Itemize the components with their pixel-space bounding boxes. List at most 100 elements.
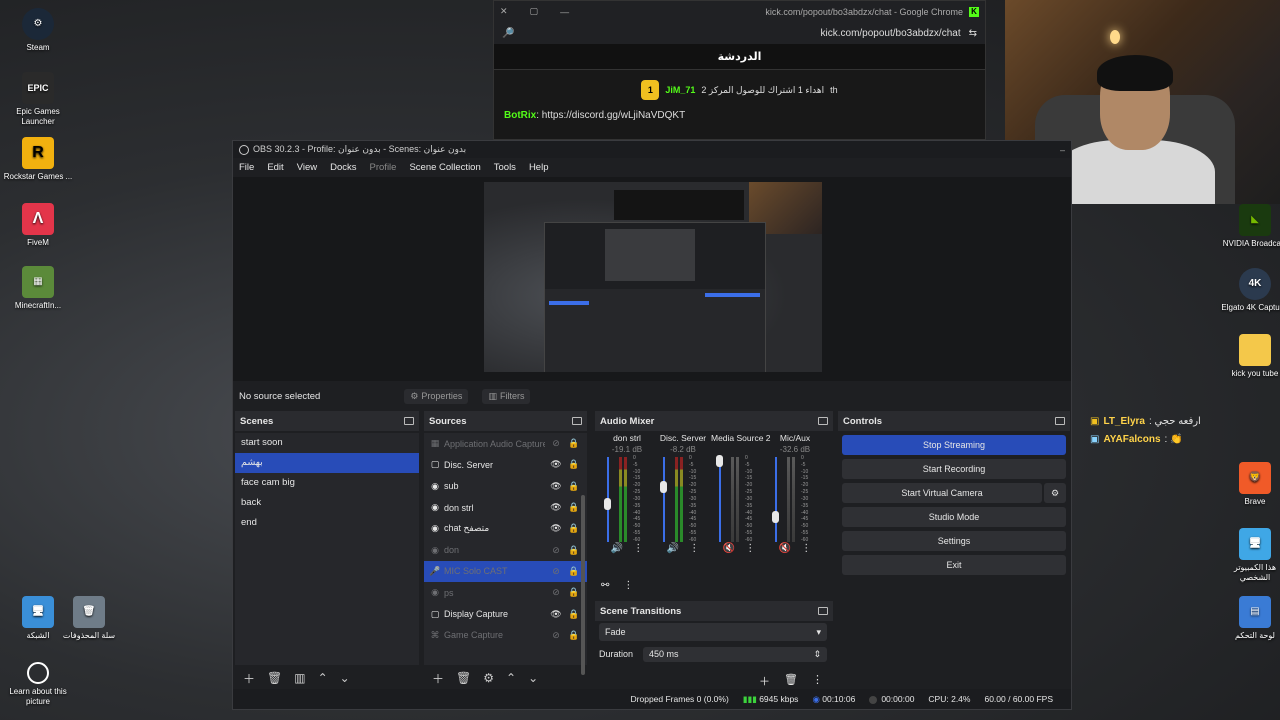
eye-hidden-icon[interactable]: ⊘ xyxy=(549,587,563,598)
lock-icon[interactable]: 🔒 xyxy=(567,587,581,598)
trash-icon[interactable]: 🗑 xyxy=(784,673,798,689)
recycle-bin-desktop-icon[interactable]: 🗑 سلة المحذوفات xyxy=(54,596,124,641)
chrome-urlbar[interactable]: 🔎 kick.com/popout/bo3abdzx/chat ⇆ xyxy=(494,22,985,44)
maximize-icon[interactable]: ▢ xyxy=(530,6,539,17)
scene-item[interactable]: start soon xyxy=(235,433,419,453)
minimize-icon[interactable]: – xyxy=(1060,145,1065,155)
settings-button[interactable]: Settings xyxy=(842,531,1066,551)
start-recording-button[interactable]: Start Recording xyxy=(842,459,1066,479)
lock-icon[interactable]: 🔒 xyxy=(567,502,581,513)
scene-item[interactable]: end xyxy=(235,513,419,533)
preview-canvas[interactable] xyxy=(484,182,822,372)
trash-icon[interactable]: 🗑 xyxy=(456,671,471,685)
minimize-icon[interactable]: — xyxy=(560,7,569,17)
eye-icon[interactable]: 👁 xyxy=(549,609,563,620)
lock-icon[interactable]: 🔒 xyxy=(567,459,581,470)
more-icon[interactable]: ⋮ xyxy=(812,673,823,689)
stepper-icon[interactable]: ⇕ xyxy=(813,649,821,660)
add-icon[interactable]: ＋ xyxy=(243,670,255,687)
more-icon[interactable]: ⋮ xyxy=(801,543,811,554)
more-icon[interactable]: ⋮ xyxy=(689,543,699,554)
properties-button[interactable]: ⚙ Properties xyxy=(404,388,469,404)
speaker-icon[interactable]: 🔊 xyxy=(611,543,623,554)
lock-icon[interactable]: 🔒 xyxy=(567,481,581,492)
elgato-desktop-icon[interactable]: 4K Elgato 4K Captur... xyxy=(1220,268,1280,313)
epic-desktop-icon[interactable]: EPIC Epic Games Launcher xyxy=(3,72,73,127)
exit-button[interactable]: Exit xyxy=(842,555,1066,575)
muted-speaker-icon[interactable]: 🔇 xyxy=(779,543,791,554)
arrow-up-icon[interactable]: ⌃ xyxy=(506,671,516,685)
volume-slider-knob[interactable] xyxy=(772,510,779,523)
lock-icon[interactable]: 🔒 xyxy=(567,523,581,534)
transition-select[interactable]: Fade ▾ xyxy=(599,623,827,641)
menu-profile[interactable]: Profile xyxy=(370,162,397,173)
source-item[interactable]: ▦ Application Audio Capture ⊘ 🔒 xyxy=(424,433,587,454)
bot-text[interactable]: https://discord.gg/wLjiNaVDQKT xyxy=(542,110,685,121)
url-text[interactable]: kick.com/popout/bo3abdzx/chat xyxy=(514,28,968,39)
eye-hidden-icon[interactable]: ⊘ xyxy=(549,630,563,641)
eye-icon[interactable]: 👁 xyxy=(549,502,563,513)
volume-slider-knob[interactable] xyxy=(716,455,723,468)
undock-icon[interactable] xyxy=(404,417,414,425)
eye-hidden-icon[interactable]: ⊘ xyxy=(549,545,563,556)
eye-icon[interactable]: 👁 xyxy=(549,481,563,492)
tune-icon[interactable]: ⇆ xyxy=(969,28,977,39)
eye-icon[interactable]: 👁 xyxy=(549,523,563,534)
menu-help[interactable]: Help xyxy=(529,162,549,173)
lock-icon[interactable]: 🔒 xyxy=(567,566,581,577)
close-icon[interactable]: ✕ xyxy=(500,6,508,17)
gear-icon[interactable]: ⚙ xyxy=(483,671,494,685)
eye-hidden-icon[interactable]: ⊘ xyxy=(549,566,563,577)
source-item[interactable]: ▢ Display Capture 👁 🔒 xyxy=(424,603,587,624)
lock-icon[interactable]: 🔒 xyxy=(567,609,581,620)
menu-docks[interactable]: Docks xyxy=(330,162,356,173)
source-item[interactable]: ◉ sub 👁 🔒 xyxy=(424,476,587,497)
nvidia-broadcast-desktop-icon[interactable]: ◣ NVIDIA Broadcast xyxy=(1220,204,1280,249)
muted-speaker-icon[interactable]: 🔇 xyxy=(723,543,735,554)
folder-desktop-icon[interactable]: kick you tube xyxy=(1220,334,1280,379)
source-item[interactable]: ◉ chat متصفح 👁 🔒 xyxy=(424,518,587,539)
arrow-up-icon[interactable]: ⌃ xyxy=(318,671,328,685)
learn-picture-desktop-icon[interactable]: Learn about this picture xyxy=(3,662,73,707)
volume-slider-track[interactable] xyxy=(719,457,721,542)
trash-icon[interactable]: 🗑 xyxy=(267,671,282,685)
add-icon[interactable]: ＋ xyxy=(432,670,444,687)
lock-icon[interactable]: 🔒 xyxy=(567,438,581,449)
steam-desktop-icon[interactable]: ⚙ Steam xyxy=(3,8,73,53)
sources-scrollbar[interactable] xyxy=(581,495,585,675)
volume-slider-knob[interactable] xyxy=(604,497,611,510)
virtual-camera-settings-button[interactable]: ⚙ xyxy=(1044,483,1066,503)
volume-slider-knob[interactable] xyxy=(660,480,667,493)
scene-item[interactable]: back xyxy=(235,493,419,513)
more-icon[interactable]: ⋮ xyxy=(633,543,643,554)
lock-icon[interactable]: 🔒 xyxy=(567,545,581,556)
chat-username[interactable]: JiM_71 xyxy=(665,85,695,95)
add-icon[interactable]: ＋ xyxy=(759,673,770,689)
more-icon[interactable]: ⋮ xyxy=(745,543,755,554)
menu-view[interactable]: View xyxy=(297,162,317,173)
volume-slider-track[interactable] xyxy=(775,457,777,542)
studio-mode-button[interactable]: Studio Mode xyxy=(842,507,1066,527)
scene-item[interactable]: face cam big xyxy=(235,473,419,493)
arrow-down-icon[interactable]: ⌄ xyxy=(528,671,538,685)
lock-icon[interactable]: 🔒 xyxy=(567,630,581,641)
more-icon[interactable]: ⋮ xyxy=(623,580,633,591)
filters-button[interactable]: ▥ Filters xyxy=(482,388,531,404)
undock-icon[interactable] xyxy=(572,417,582,425)
this-pc-desktop-icon[interactable]: 🖥 هذا الكمبيوتر الشخصي xyxy=(1220,528,1280,583)
fivem-desktop-icon[interactable]: Λ FiveM xyxy=(3,203,73,248)
eye-hidden-icon[interactable]: ⊘ xyxy=(549,438,563,449)
eye-icon[interactable]: 👁 xyxy=(549,459,563,470)
undock-icon[interactable] xyxy=(818,417,828,425)
source-item[interactable]: 🎤 MIC Solo CAST ⊘ 🔒 xyxy=(424,560,587,583)
duration-input[interactable]: 450 ms ⇕ xyxy=(643,646,827,662)
menu-scene-collection[interactable]: Scene Collection xyxy=(409,162,480,173)
rockstar-desktop-icon[interactable]: R Rockstar Games ... xyxy=(3,137,73,182)
scene-item-selected[interactable]: بهشم xyxy=(235,453,419,473)
source-item[interactable]: ◉ don ⊘ 🔒 xyxy=(424,539,587,560)
volume-slider-track[interactable] xyxy=(663,457,665,542)
undock-icon[interactable] xyxy=(818,607,828,615)
source-item[interactable]: ▢ Disc. Server 👁 🔒 xyxy=(424,454,587,475)
filter-icon[interactable]: ▥ xyxy=(294,671,305,685)
menu-edit[interactable]: Edit xyxy=(267,162,283,173)
